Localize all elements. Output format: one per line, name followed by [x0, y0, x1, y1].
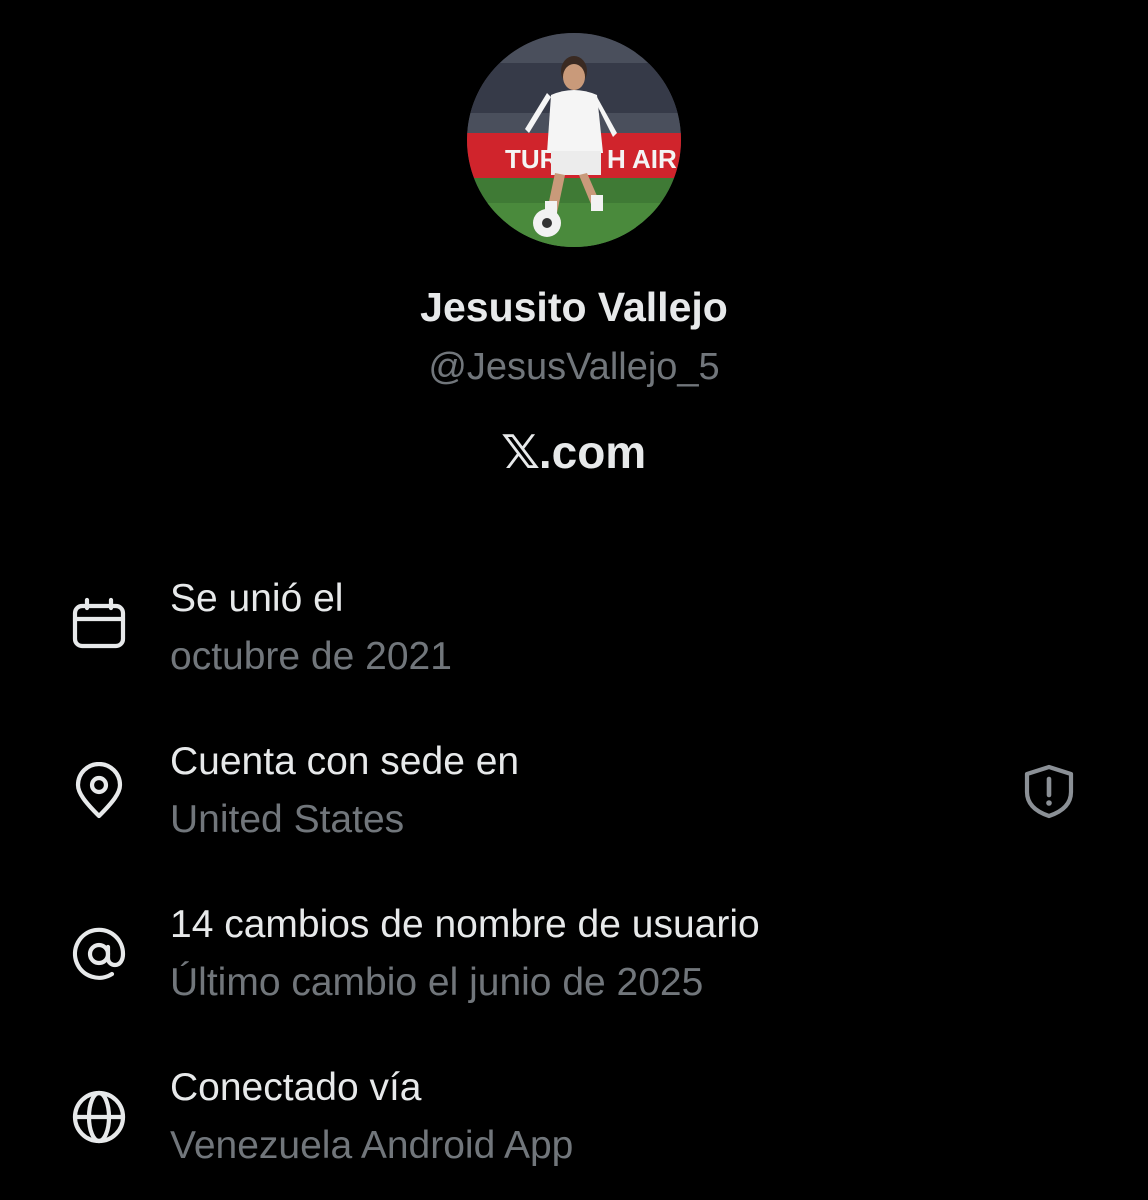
avatar[interactable]: TURK H AIR: [467, 33, 681, 247]
location-pin-icon: [70, 762, 128, 820]
detail-subtitle: Último cambio el junio de 2025: [170, 961, 704, 1004]
x-logo-icon: 𝕏: [500, 425, 540, 479]
detail-subtitle: Venezuela Android App: [170, 1124, 574, 1167]
detail-subtitle: octubre de 2021: [170, 635, 452, 678]
user-handle: @JesusVallejo_5: [428, 346, 720, 388]
globe-icon: [70, 1088, 128, 1146]
detail-title: Cuenta con sede en: [170, 740, 520, 783]
detail-row-joined: Se unió el octubre de 2021: [0, 577, 1148, 697]
calendar-icon: [70, 596, 128, 654]
brand-suffix: .com: [538, 426, 647, 478]
detail-row-location: Cuenta con sede en United States: [0, 740, 1148, 860]
shield-alert-icon[interactable]: [1020, 762, 1078, 820]
profile-about-page: TURK H AIR Jesusito Vallejo @JesusVallej…: [0, 0, 1148, 1200]
detail-title: Se unió el: [170, 577, 344, 620]
detail-title: 14 cambios de nombre de usuario: [170, 903, 760, 946]
at-sign-icon: [70, 925, 128, 983]
detail-subtitle: United States: [170, 798, 405, 841]
detail-title: Conectado vía: [170, 1066, 422, 1109]
display-name: Jesusito Vallejo: [420, 284, 728, 330]
detail-row-username-changes: 14 cambios de nombre de usuario Último c…: [0, 903, 1148, 1023]
x-brand: 𝕏.com: [0, 425, 1148, 479]
detail-row-connected-via: Conectado vía Venezuela Android App: [0, 1066, 1148, 1186]
svg-text:H AIR: H AIR: [607, 144, 677, 174]
